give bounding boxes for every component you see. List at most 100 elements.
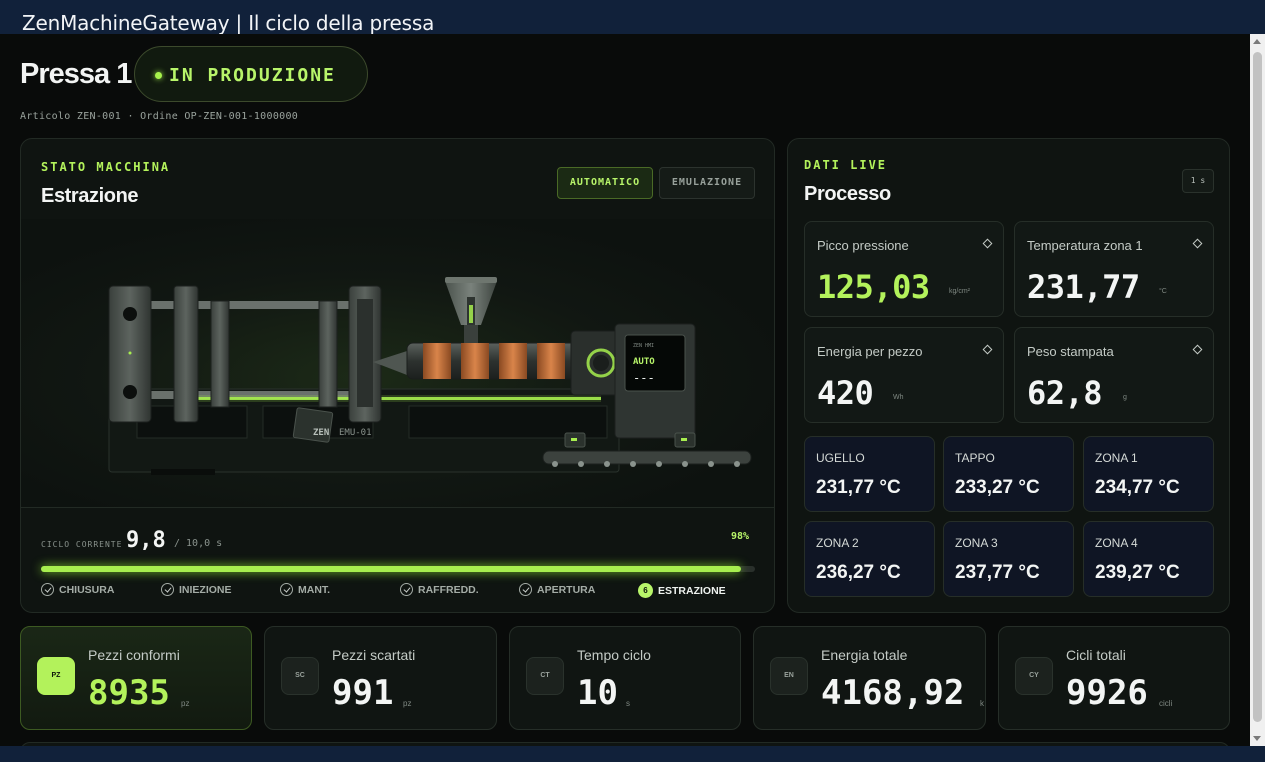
scroll-down-icon[interactable] — [1253, 736, 1261, 741]
card-label: Energia per pezzo — [817, 344, 923, 359]
kpi-value: 9926 — [1066, 673, 1148, 713]
card-unit: kg/cm² — [949, 288, 970, 295]
hmi-screen-value: --- — [633, 371, 655, 385]
check-icon — [280, 583, 293, 596]
kpi-cicli-totali[interactable]: CY Cicli totali 9926 cicli — [998, 626, 1230, 730]
zone-label: ZONA 2 — [816, 536, 859, 550]
press-machine-icon: ZEN EMU-01 ZEN HMI AUTO --- — [108, 277, 752, 475]
phase-estrazione: 6 ESTRAZIONE — [638, 583, 726, 598]
live-data-panel: DATI LIVE Processo 1 s Picco pressione 1… — [787, 138, 1230, 613]
kpi-unit: cicli — [1159, 699, 1173, 708]
zone-1: ZONA 1 234,77 °C — [1083, 436, 1214, 512]
kpi-unit: k — [980, 699, 984, 708]
kpi-label: Pezzi conformi — [88, 647, 180, 663]
phase-apertura: APERTURA — [519, 583, 595, 596]
vertical-scrollbar[interactable] — [1250, 34, 1265, 746]
live-kicker: DATI LIVE — [804, 158, 888, 172]
kpi-unit: pz — [403, 699, 412, 708]
card-value: 125,03 — [817, 268, 930, 306]
hmi-screen-caption: ZEN HMI — [633, 343, 654, 349]
kpi-pezzi-conformi[interactable]: PZ Pezzi conformi 8935 pz — [20, 626, 252, 730]
kpi-value: 4168,92 — [821, 673, 965, 713]
card-value: 231,77 — [1027, 268, 1140, 306]
card-peso-stampata[interactable]: Peso stampata 62,8 g — [1014, 327, 1214, 423]
card-temperatura-zona-1[interactable]: Temperatura zona 1 231,77 °C — [1014, 221, 1214, 317]
hmi-screen-mode: AUTO — [633, 357, 655, 367]
zone-label: ZONA 3 — [955, 536, 998, 550]
zone-3: ZONA 3 237,77 °C — [943, 521, 1074, 597]
zone-value: 233,27 °C — [955, 477, 1040, 498]
kpi-tempo-ciclo[interactable]: CT Tempo ciclo 10 s — [509, 626, 741, 730]
diamond-icon — [1192, 344, 1203, 355]
kpi-pezzi-scartati[interactable]: SC Pezzi scartati 991 pz — [264, 626, 497, 730]
card-unit: Wh — [893, 394, 904, 401]
refresh-rate-button[interactable]: 1 s — [1182, 169, 1214, 193]
cycle-label: CICLO CORRENTE — [41, 540, 123, 549]
plate-label: ZEN — [313, 428, 329, 438]
status-dot-icon — [155, 72, 162, 79]
cycle-total: / 10,0 s — [174, 538, 223, 549]
kpi-value: 10 — [577, 673, 618, 713]
page-viewport[interactable]: Pressa 1 IN PRODUZIONE Articolo ZEN-001 … — [0, 34, 1250, 746]
kpi-badge-icon: CT — [526, 657, 564, 695]
card-unit: g — [1123, 394, 1127, 401]
cycle-divider — [21, 507, 774, 508]
order-subline: Articolo ZEN-001 · Ordine OP-ZEN-001-100… — [20, 111, 299, 122]
zone-label: TAPPO — [955, 451, 995, 465]
machine-state-panel: STATO MACCHINA Estrazione AUTOMATICO EMU… — [20, 138, 775, 613]
zone-value: 236,27 °C — [816, 562, 901, 583]
kpi-badge-icon: PZ — [37, 657, 75, 695]
live-title: Processo — [804, 183, 891, 205]
zone-value: 234,77 °C — [1095, 477, 1180, 498]
kpi-label: Tempo ciclo — [577, 647, 651, 663]
zone-label: ZONA 4 — [1095, 536, 1138, 550]
check-icon — [161, 583, 174, 596]
window-title: ZenMachineGateway | Il ciclo della press… — [22, 11, 435, 35]
card-label: Peso stampata — [1027, 344, 1114, 359]
status-badge: IN PRODUZIONE — [134, 46, 368, 102]
zone-value: 237,77 °C — [955, 562, 1040, 583]
phase-mantenimento: MANT. — [280, 583, 330, 596]
kpi-label: Energia totale — [821, 647, 908, 663]
zone-2: ZONA 2 236,27 °C — [804, 521, 935, 597]
scrollbar-thumb[interactable] — [1253, 52, 1262, 722]
card-value: 420 — [817, 374, 874, 412]
diamond-icon — [1192, 238, 1203, 249]
zone-label: UGELLO — [816, 451, 865, 465]
machine-illustration: ZEN EMU-01 ZEN HMI AUTO --- — [21, 219, 774, 507]
diamond-icon — [982, 238, 993, 249]
zone-4: ZONA 4 239,27 °C — [1083, 521, 1214, 597]
cycle-progress-fill — [41, 566, 741, 572]
cycle-percent: 98% — [731, 531, 750, 542]
kpi-value: 8935 — [88, 673, 170, 713]
check-icon — [41, 583, 54, 596]
card-label: Picco pressione — [817, 238, 909, 253]
card-label: Temperatura zona 1 — [1027, 238, 1143, 253]
mode-emulation-button[interactable]: EMULAZIONE — [659, 167, 755, 199]
card-energia-per-pezzo[interactable]: Energia per pezzo 420 Wh — [804, 327, 1004, 423]
kpi-label: Cicli totali — [1066, 647, 1126, 663]
zone-value: 239,27 °C — [1095, 562, 1180, 583]
status-text: IN PRODUZIONE — [169, 65, 336, 86]
mode-auto-button[interactable]: AUTOMATICO — [557, 167, 653, 199]
card-unit: °C — [1159, 288, 1167, 295]
scroll-up-icon[interactable] — [1253, 39, 1261, 44]
kpi-badge-icon: CY — [1015, 657, 1053, 695]
diamond-icon — [982, 344, 993, 355]
phase-number-badge: 6 — [638, 583, 653, 598]
kpi-unit: pz — [181, 699, 190, 708]
plate-code: EMU-01 — [339, 428, 372, 438]
cycle-progress-bar — [41, 566, 755, 572]
phase-iniezione: INIEZIONE — [161, 583, 232, 596]
kpi-value: 991 — [332, 673, 394, 713]
zone-value: 231,77 °C — [816, 477, 901, 498]
cycle-value: 9,8 — [126, 528, 166, 553]
kpi-label: Pezzi scartati — [332, 647, 416, 663]
kpi-unit: s — [626, 699, 630, 708]
phase-chiusura: CHIUSURA — [41, 583, 114, 596]
zone-label: ZONA 1 — [1095, 451, 1138, 465]
zone-ugello: UGELLO 231,77 °C — [804, 436, 935, 512]
card-picco-pressione[interactable]: Picco pressione 125,03 kg/cm² — [804, 221, 1004, 317]
machine-state-kicker: STATO MACCHINA — [41, 160, 171, 174]
kpi-energia-totale[interactable]: EN Energia totale 4168,92 k — [753, 626, 986, 730]
